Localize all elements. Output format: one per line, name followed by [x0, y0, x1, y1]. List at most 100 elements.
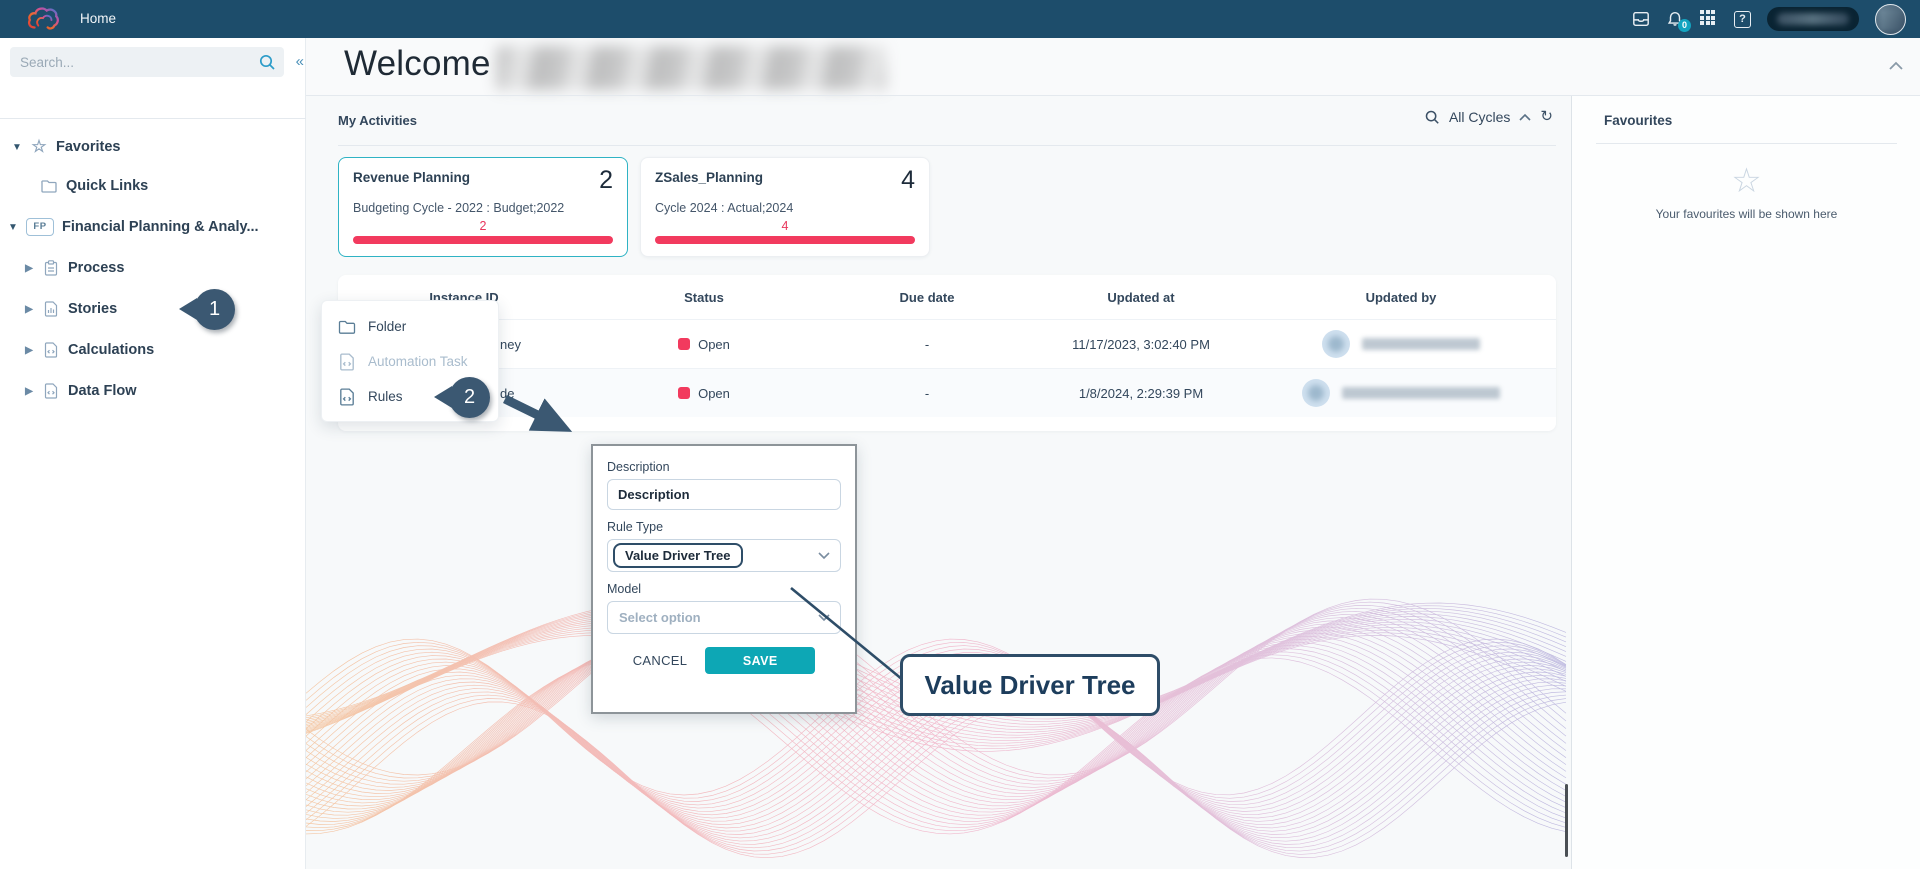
banner-collapse-chevron-icon[interactable] [1888, 60, 1904, 72]
status-open-icon [678, 338, 690, 350]
rules-icon [338, 388, 356, 406]
home-nav-label[interactable]: Home [80, 0, 116, 38]
status-cell: Open [590, 337, 818, 352]
updated-at-cell: 1/8/2024, 2:29:39 PM [1036, 386, 1246, 401]
favourites-panel: Favourites ☆ Your favourites will be sho… [1571, 95, 1920, 869]
user-account-pill-redacted[interactable] [1767, 7, 1859, 31]
column-header[interactable]: Updated at [1036, 290, 1246, 305]
cycles-collapse-chevron-icon[interactable] [1519, 113, 1531, 121]
card-count: 2 [599, 166, 613, 195]
caret-right-icon[interactable]: ▶ [24, 304, 34, 315]
tree-item-calculations[interactable]: ▶ Calculations [24, 337, 154, 363]
updated-at-cell: 11/17/2023, 3:02:40 PM [1036, 337, 1246, 352]
help-icon[interactable]: ? [1734, 11, 1751, 28]
card-subtitle: Cycle 2024 : Actual;2024 [655, 201, 915, 215]
chevron-down-icon [818, 552, 830, 560]
tree-item-label: Calculations [68, 342, 154, 358]
tree-item-favorites[interactable]: ▼ ☆ Favorites [12, 134, 120, 160]
column-header[interactable]: Status [590, 290, 818, 305]
star-icon: ☆ [30, 138, 48, 156]
cycles-filter[interactable]: All Cycles [1449, 109, 1510, 125]
activity-card-zsales-planning[interactable]: ZSales_Planning 4 Cycle 2024 : Actual;20… [640, 157, 930, 257]
code-doc-icon [42, 341, 60, 359]
sidebar-search-box [10, 47, 284, 77]
redacted-user-name [496, 46, 886, 90]
status-cell: Open [590, 386, 818, 401]
tree-item-quick-links[interactable]: Quick Links [40, 173, 148, 199]
card-progress-bar [353, 236, 613, 244]
menu-item-folder[interactable]: Folder [322, 309, 498, 344]
card-count: 4 [901, 166, 915, 195]
user-avatar[interactable] [1875, 4, 1906, 35]
value-driver-tree-annotation-label: Value Driver Tree [900, 654, 1160, 716]
caret-right-icon[interactable]: ▶ [24, 386, 34, 397]
process-doc-icon [42, 259, 60, 277]
description-input[interactable] [607, 479, 841, 510]
folder-icon [338, 318, 356, 336]
cancel-button[interactable]: CANCEL [633, 653, 688, 668]
scrollbar-thumb[interactable] [1565, 784, 1568, 857]
create-rule-dialog: Description Rule Type Value Driver Tree … [591, 444, 857, 714]
caret-right-icon[interactable]: ▶ [24, 263, 34, 274]
stories-doc-icon [42, 300, 60, 318]
table-row[interactable]: de Open - 1/8/2024, 2:29:39 PM [338, 369, 1556, 417]
my-activities-title: My Activities [338, 113, 417, 128]
search-icon[interactable] [258, 53, 276, 71]
activities-table: Instance ID Status Due date Updated at U… [338, 275, 1556, 431]
refresh-icon[interactable]: ↻ [1540, 110, 1553, 124]
activities-search-icon[interactable] [1424, 109, 1440, 125]
tree-item-label: Quick Links [66, 178, 148, 194]
model-select[interactable]: Select option [607, 601, 841, 634]
caret-down-icon[interactable]: ▼ [8, 222, 18, 233]
avatar [1302, 379, 1330, 407]
tree-item-process[interactable]: ▶ Process [24, 255, 124, 281]
tree-item-label: Stories [68, 301, 117, 317]
automation-task-icon [338, 353, 356, 371]
column-header[interactable]: Due date [818, 290, 1036, 305]
welcome-banner: Welcome [306, 38, 1920, 95]
caret-right-icon[interactable]: ▶ [24, 345, 34, 356]
brand-cloud-logo[interactable] [27, 4, 59, 34]
favourites-divider [1596, 143, 1897, 144]
callout-tail [434, 386, 452, 408]
activity-card-revenue-planning[interactable]: Revenue Planning 2 Budgeting Cycle - 202… [338, 157, 628, 257]
app-root: Home 0 ? « [0, 0, 1920, 869]
sidebar-collapse-icon[interactable]: « [296, 53, 304, 70]
inbox-icon[interactable] [1632, 10, 1650, 28]
column-header[interactable]: Updated by [1246, 290, 1556, 305]
redacted-user-name [1342, 387, 1500, 399]
welcome-divider [306, 95, 1920, 96]
table-row[interactable]: ney Open - 11/17/2023, 3:02:40 PM [338, 320, 1556, 368]
top-bar: Home 0 ? [0, 0, 1920, 38]
card-title: ZSales_Planning [655, 170, 763, 185]
tree-item-stories[interactable]: ▶ Stories [24, 296, 117, 322]
redacted-text [1777, 13, 1849, 25]
notifications-bell-icon[interactable]: 0 [1666, 10, 1684, 28]
tree-item-financial-planning[interactable]: ▼ FP Financial Planning & Analy... [8, 214, 259, 240]
notification-count-badge: 0 [1678, 19, 1691, 32]
avatar [1322, 330, 1350, 358]
tree-item-label: Financial Planning & Analy... [62, 219, 259, 235]
search-input[interactable] [10, 55, 258, 70]
description-label: Description [607, 460, 841, 474]
model-label: Model [607, 582, 841, 596]
code-doc-icon [42, 382, 60, 400]
updated-by-cell [1246, 379, 1556, 407]
sidebar-divider [0, 118, 306, 119]
activities-divider [338, 145, 1556, 146]
card-progress-count: 2 [353, 219, 613, 233]
app-launcher-icon[interactable] [1700, 10, 1718, 28]
caret-down-icon[interactable]: ▼ [12, 142, 22, 153]
rule-type-select[interactable]: Value Driver Tree [607, 539, 841, 572]
main-content: My Activities All Cycles ↻ Revenue Plann… [306, 95, 1571, 869]
card-title: Revenue Planning [353, 170, 470, 185]
updated-by-cell [1246, 330, 1556, 358]
save-button[interactable]: SAVE [705, 647, 815, 674]
tree-item-data-flow[interactable]: ▶ Data Flow [24, 378, 136, 404]
rule-type-label: Rule Type [607, 520, 841, 534]
due-date-cell: - [818, 386, 1036, 401]
redacted-user-name [1362, 338, 1480, 350]
menu-item-label: Automation Task [368, 354, 468, 369]
tree-item-label: Data Flow [68, 383, 136, 399]
left-sidebar: « ▼ ☆ Favorites Quick Links ▼ FP Financi… [0, 38, 306, 869]
